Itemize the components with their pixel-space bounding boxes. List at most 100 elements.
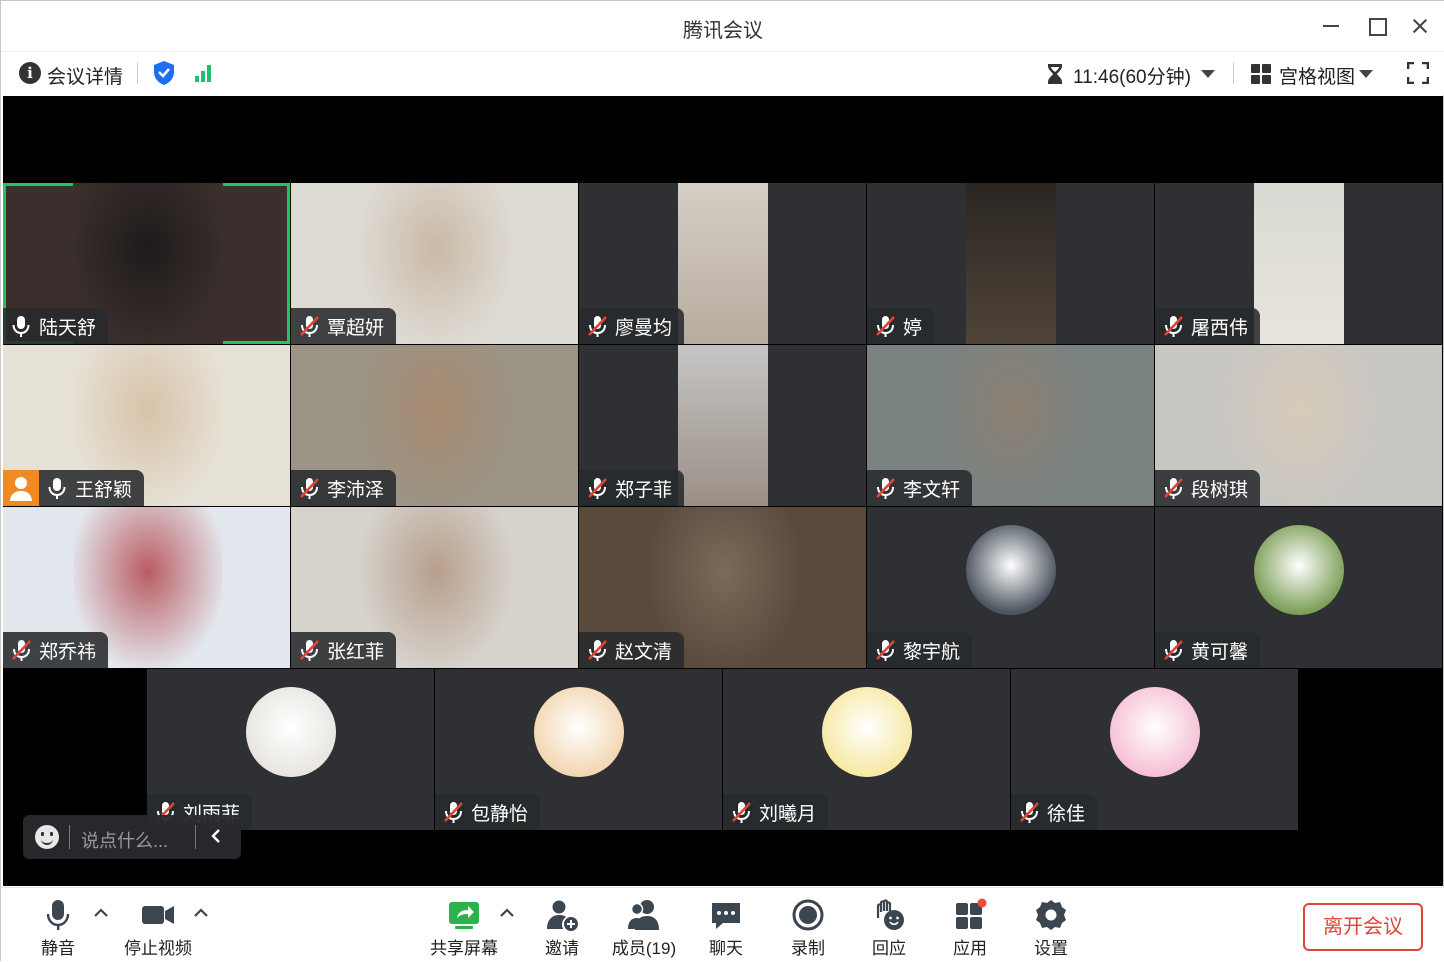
participant-tile[interactable]: 陆天舒: [3, 183, 290, 344]
share-screen-label: 共享屏幕: [430, 939, 498, 958]
info-bar: i 会议详情 11:46(60分钟) 宫格视图: [1, 51, 1444, 95]
info-icon[interactable]: i: [19, 62, 41, 84]
avatar: [245, 687, 336, 777]
bottom-toolbar: 静音 停止视频 共享屏幕 邀请 成员(19) 聊天 录制 回应 应用 设置 离开…: [1, 887, 1444, 962]
signal-icon[interactable]: [195, 64, 217, 82]
stop-video-label: 停止视频: [124, 939, 192, 958]
maximize-button[interactable]: [1361, 11, 1391, 41]
participant-tile[interactable]: 黎宇航: [867, 507, 1154, 668]
add-user-icon: [547, 900, 578, 931]
participant-tile[interactable]: 李文轩: [867, 345, 1154, 506]
participant-tile[interactable]: 赵文清: [579, 507, 866, 668]
chat-input-bar[interactable]: 说点什么...: [23, 815, 241, 859]
participant-name: 黄可馨: [1191, 641, 1249, 663]
participant-tile[interactable]: 王舒颖: [3, 345, 290, 506]
record-label: 录制: [791, 939, 825, 958]
participant-tile[interactable]: 包静怡: [435, 669, 722, 830]
participant-nametag: 李文轩: [867, 470, 973, 506]
participant-nametag: 黎宇航: [867, 632, 973, 668]
close-button[interactable]: [1405, 11, 1435, 41]
title-bar: 腾讯会议: [1, 1, 1444, 51]
leave-meeting-button[interactable]: 离开会议: [1303, 903, 1423, 951]
share-screen-button[interactable]: 共享屏幕: [419, 896, 509, 958]
microphone-icon: [46, 900, 70, 930]
mic-muted-icon: [1017, 800, 1041, 824]
members-icon: [628, 900, 659, 930]
participant-tile[interactable]: 张红菲: [291, 507, 578, 668]
mute-button[interactable]: 静音: [13, 896, 103, 958]
minimize-button[interactable]: [1316, 11, 1346, 41]
apps-button[interactable]: 应用: [925, 896, 1015, 958]
avatar: [533, 687, 624, 777]
invite-button[interactable]: 邀请: [517, 896, 607, 958]
record-button[interactable]: 录制: [763, 896, 853, 958]
divider: [1233, 62, 1234, 84]
stop-video-button[interactable]: 停止视频: [113, 896, 203, 958]
participant-nametag: 郑乔祎: [3, 632, 109, 668]
participant-tile[interactable]: 黄可馨: [1155, 507, 1442, 668]
participant-tile[interactable]: 郑乔祎: [3, 507, 290, 668]
mic-muted-icon: [297, 314, 321, 338]
participant-tile[interactable]: 廖曼均: [579, 183, 866, 344]
mic-muted-icon: [729, 800, 753, 824]
participant-nametag: 黄可馨: [1155, 632, 1261, 668]
participant-name: 张红菲: [327, 641, 385, 663]
meeting-timer: 11:46(60分钟): [1073, 67, 1191, 88]
video-grid: 陆天舒 覃超妍 廖曼均 婷 屠西伟王舒颖 李沛泽 郑子菲 李文轩 段树琪郑乔祎 张红菲 赵文清 黎宇航…: [3, 96, 1443, 886]
participant-nametag: 王舒颖: [39, 470, 145, 506]
video-feed: [966, 183, 1056, 344]
avatar: [1253, 525, 1344, 615]
settings-label: 设置: [1034, 939, 1068, 958]
video-feed: [678, 183, 768, 344]
chat-input[interactable]: 说点什么...: [81, 827, 168, 853]
record-icon: [792, 899, 824, 931]
participant-tile[interactable]: 刘曦月: [723, 669, 1010, 830]
chevron-up-icon[interactable]: [500, 908, 514, 918]
meeting-details-link[interactable]: 会议详情: [47, 62, 123, 89]
participant-name: 段树琪: [1191, 479, 1249, 501]
hourglass-icon: [1048, 64, 1062, 84]
video-feed: [678, 345, 768, 506]
participant-tile[interactable]: 李沛泽: [291, 345, 578, 506]
participant-tile[interactable]: 婷: [867, 183, 1154, 344]
participant-tile[interactable]: 徐佳: [1011, 669, 1298, 830]
participant-name: 李沛泽: [327, 479, 385, 501]
participant-name: 李文轩: [903, 479, 961, 501]
participant-tile[interactable]: 覃超妍: [291, 183, 578, 344]
participant-tile[interactable]: 郑子菲: [579, 345, 866, 506]
participant-nametag: 包静怡: [435, 794, 541, 830]
chat-button[interactable]: 聊天: [681, 896, 771, 958]
apps-icon: [956, 898, 987, 929]
chevron-up-icon[interactable]: [94, 908, 108, 918]
shield-check-icon[interactable]: [153, 60, 175, 86]
members-label: 成员(19): [611, 939, 677, 958]
mic-muted-icon: [873, 638, 897, 662]
emoji-icon[interactable]: [35, 825, 59, 849]
participant-nametag: 段树琪: [1155, 470, 1261, 506]
fullscreen-icon[interactable]: [1407, 62, 1429, 84]
participant-nametag: 刘曦月: [723, 794, 829, 830]
participant-tile[interactable]: 屠西伟: [1155, 183, 1442, 344]
participant-tile[interactable]: 刘雨菲: [147, 669, 434, 830]
react-button[interactable]: 回应: [844, 896, 934, 958]
avatar: [821, 687, 912, 777]
members-button[interactable]: 成员(19): [599, 896, 689, 958]
participant-name: 屠西伟: [1191, 317, 1249, 339]
chevron-up-icon[interactable]: [194, 908, 208, 918]
microphone-icon: [9, 314, 33, 338]
participant-nametag: 徐佳: [1011, 794, 1098, 830]
mic-muted-icon: [297, 476, 321, 500]
raise-hand-emoji-icon: [876, 899, 904, 930]
view-mode-selector[interactable]: 宫格视图: [1279, 62, 1355, 89]
participant-name: 郑子菲: [615, 479, 673, 501]
grid-view-icon: [1251, 64, 1271, 84]
chevron-down-icon[interactable]: [1201, 70, 1215, 78]
mic-muted-icon: [1161, 314, 1185, 338]
mic-muted-icon: [1161, 638, 1185, 662]
chevron-left-icon[interactable]: [209, 829, 223, 843]
camera-icon: [142, 906, 174, 924]
settings-button[interactable]: 设置: [1006, 896, 1096, 958]
participant-tile[interactable]: 段树琪: [1155, 345, 1442, 506]
chevron-down-icon[interactable]: [1359, 70, 1373, 78]
participant-name: 婷: [903, 317, 923, 339]
